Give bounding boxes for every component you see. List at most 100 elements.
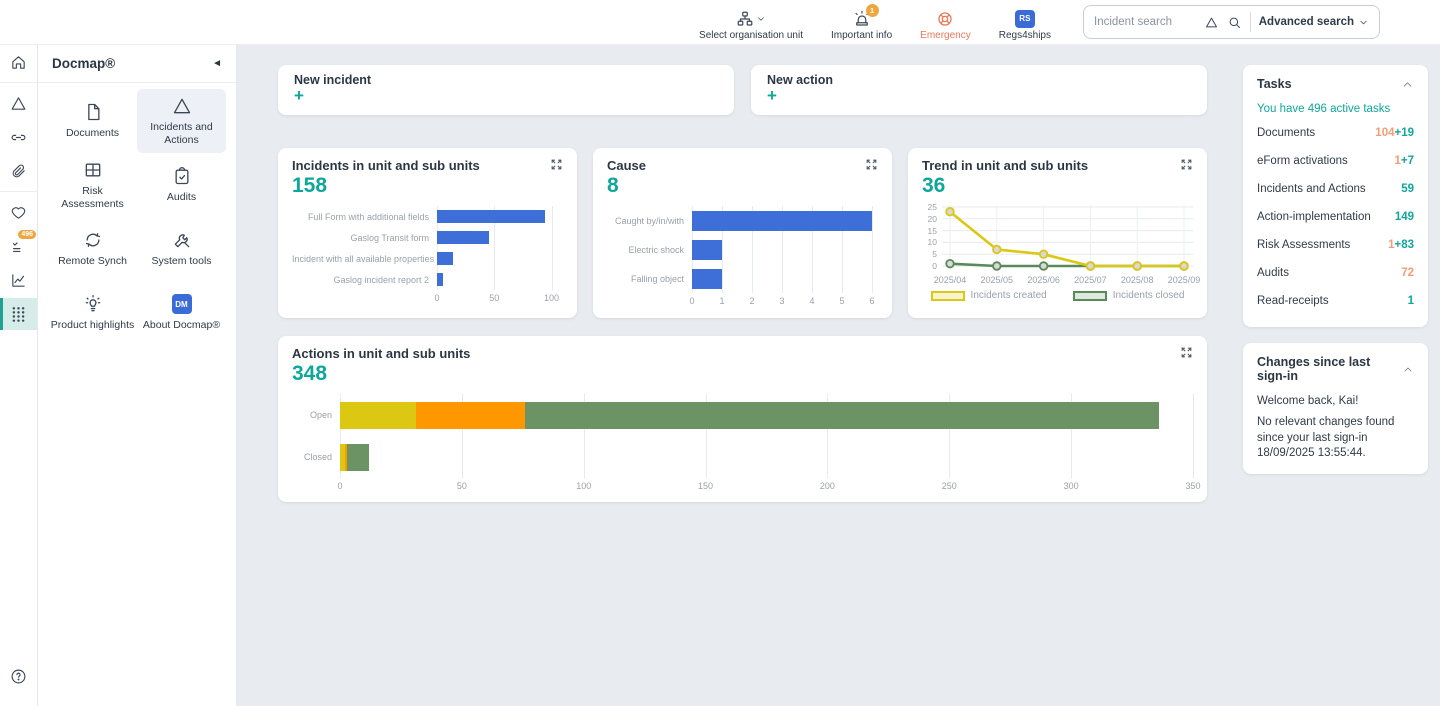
chart-total: 158	[292, 174, 563, 198]
search-icon[interactable]	[1227, 15, 1242, 30]
data-point[interactable]	[1180, 262, 1188, 270]
legend-item[interactable]: Incidents created	[931, 290, 1047, 301]
plus-icon[interactable]: +	[767, 87, 1191, 106]
expand-icon[interactable]	[550, 158, 563, 171]
chevron-up-icon[interactable]	[1401, 78, 1414, 91]
cause-chart-card: Cause 8 Caught by/in/withElectric shockF…	[593, 148, 892, 318]
stacked-bar-row: Closed	[292, 436, 1193, 478]
legend-item[interactable]: Incidents closed	[1073, 290, 1185, 301]
bar-row: Falling object	[607, 264, 878, 293]
dm-badge-icon: DM	[172, 294, 192, 314]
legend-swatch-icon	[1073, 291, 1107, 301]
menu-item-remote-synch[interactable]: Remote Synch	[48, 217, 137, 281]
rail-analytics[interactable]	[0, 264, 37, 296]
green-segment[interactable]	[347, 444, 369, 471]
rail-tasks[interactable]: 496	[0, 230, 37, 262]
rail-help[interactable]	[0, 660, 37, 692]
plus-icon[interactable]: +	[294, 87, 718, 106]
rail-links[interactable]	[0, 121, 37, 153]
bar[interactable]	[437, 231, 489, 244]
rail-dashboard[interactable]	[0, 298, 37, 330]
incident-search-input[interactable]	[1094, 16, 1196, 28]
orange-segment[interactable]	[416, 402, 526, 429]
apps-grid-icon	[11, 306, 26, 323]
gridline	[1193, 394, 1194, 478]
menu-item-product-highlights[interactable]: Product highlights	[48, 281, 137, 345]
expand-icon[interactable]	[1180, 346, 1193, 359]
bar-label: Full Form with additional fields	[292, 212, 437, 222]
data-point[interactable]	[993, 246, 1001, 254]
important-info-button[interactable]: 1 Important info	[831, 3, 892, 41]
bar[interactable]	[437, 252, 453, 265]
chevron-down-icon	[756, 14, 766, 24]
cause-bar-chart: Caught by/in/withElectric shockFalling o…	[607, 206, 878, 307]
changes-panel-title: Changes since last sign-in	[1257, 355, 1402, 383]
data-point[interactable]	[946, 260, 954, 268]
bar[interactable]	[692, 269, 722, 289]
bar-label: Gaslog incident report 2	[292, 275, 437, 285]
green-segment[interactable]	[525, 402, 1159, 429]
rail-favorites[interactable]	[0, 196, 37, 228]
data-point[interactable]	[1133, 262, 1141, 270]
new-action-card[interactable]: New action +	[751, 65, 1207, 115]
task-row-action-implementation[interactable]: Action-implementation 149	[1257, 203, 1414, 231]
menu-item-incidents-and-actions[interactable]: Incidents and Actions	[137, 89, 226, 153]
document-icon	[83, 102, 103, 122]
search-divider	[1250, 12, 1251, 32]
expand-icon[interactable]	[1180, 158, 1193, 171]
x-axis: 050100150200250300350	[340, 478, 1193, 492]
bar[interactable]	[692, 211, 872, 231]
chevron-up-icon[interactable]	[1402, 363, 1414, 376]
data-point[interactable]	[993, 262, 1001, 270]
regs4ships-label: Regs4ships	[999, 30, 1051, 41]
menu-item-system-tools[interactable]: System tools	[137, 217, 226, 281]
bar-row: Gaslog incident report 2	[292, 269, 563, 290]
bar-label: Caught by/in/with	[607, 216, 692, 226]
incident-triangle-icon[interactable]	[1204, 15, 1219, 30]
rail-incidents[interactable]	[0, 87, 37, 119]
x-axis: 0123456	[692, 293, 878, 307]
task-row-documents[interactable]: Documents 104+19	[1257, 119, 1414, 147]
side-menu: Docmap® ◄ Documents Incidents and Action…	[38, 45, 237, 706]
yellow-segment[interactable]	[340, 402, 416, 429]
bar[interactable]	[437, 210, 545, 223]
task-row-read-receipts[interactable]: Read-receipts 1	[1257, 287, 1414, 315]
rail-attachments[interactable]	[0, 155, 37, 187]
menu-item-audits[interactable]: Audits	[137, 153, 226, 217]
trend-plot	[942, 202, 1193, 274]
menu-item-risk-assessments[interactable]: Risk Assessments	[48, 153, 137, 217]
active-tasks-summary[interactable]: You have 496 active tasks	[1257, 103, 1414, 115]
data-point[interactable]	[1040, 262, 1048, 270]
lightbulb-icon	[83, 294, 103, 314]
regs4ships-button[interactable]: RS Regs4ships	[999, 3, 1051, 41]
legend: Incidents created Incidents closed	[922, 290, 1193, 301]
menu-item-documents[interactable]: Documents	[48, 89, 137, 153]
bar[interactable]	[437, 273, 443, 286]
new-incident-card[interactable]: New incident +	[278, 65, 734, 115]
task-row-incidents-and-actions[interactable]: Incidents and Actions 59	[1257, 175, 1414, 203]
task-row-risk-assessments[interactable]: Risk Assessments 1+83	[1257, 231, 1414, 259]
new-incident-title: New incident	[294, 73, 718, 87]
bar-row: Caught by/in/with	[607, 206, 878, 235]
bar-row: Incident with all available properties	[292, 248, 563, 269]
bar[interactable]	[692, 240, 722, 260]
task-count: 149	[1395, 211, 1414, 223]
home-icon	[10, 54, 27, 71]
task-count: 104+19	[1375, 127, 1414, 139]
data-point[interactable]	[946, 208, 954, 216]
collapse-menu-icon[interactable]: ◄	[212, 59, 222, 69]
select-org-unit-button[interactable]: Select organisation unit	[699, 3, 803, 41]
task-count: 59	[1401, 183, 1414, 195]
task-row-audits[interactable]: Audits 72	[1257, 259, 1414, 287]
rail-home[interactable]	[0, 46, 37, 78]
data-point[interactable]	[1040, 250, 1048, 258]
emergency-button[interactable]: Emergency	[920, 3, 971, 41]
data-point[interactable]	[1087, 262, 1095, 270]
tools-icon	[172, 230, 192, 250]
important-info-label: Important info	[831, 30, 892, 41]
menu-item-about-docmap[interactable]: DM About Docmap®	[137, 281, 226, 345]
expand-icon[interactable]	[865, 158, 878, 171]
advanced-search-button[interactable]: Advanced search	[1259, 16, 1369, 28]
task-row-eform-activations[interactable]: eForm activations 1+7	[1257, 147, 1414, 175]
changes-panel: Changes since last sign-in Welcome back,…	[1243, 343, 1428, 474]
